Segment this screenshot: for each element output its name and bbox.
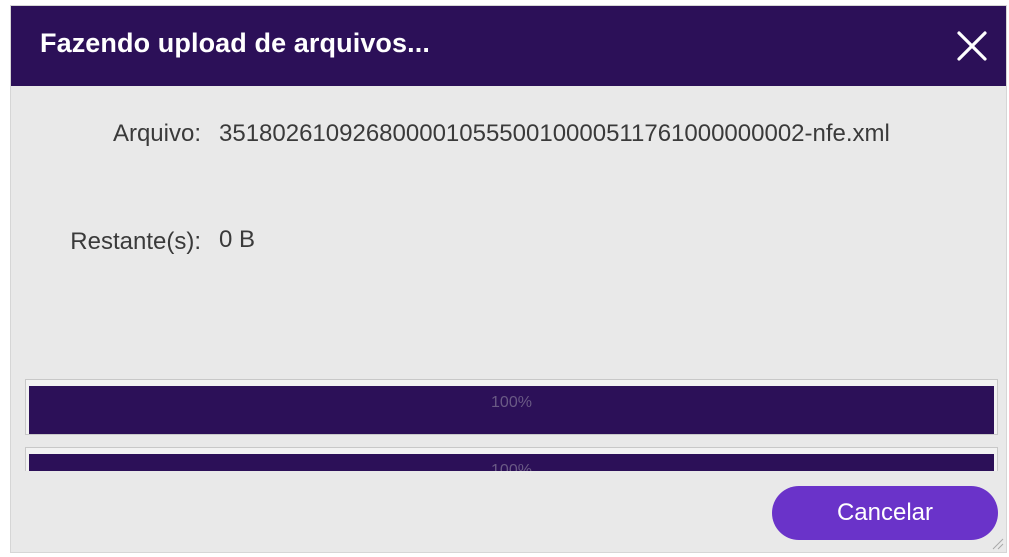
- file-info-row: Arquivo: 3518026109268000010555001000051…: [11, 108, 1006, 218]
- close-icon[interactable]: [954, 28, 990, 64]
- remaining-value: 0 B: [219, 226, 256, 253]
- progress-bar: 100%: [25, 379, 998, 435]
- dialog-title: Fazendo upload de arquivos...: [40, 28, 430, 58]
- upload-dialog: Fazendo upload de arquivos... Arquivo: 3…: [10, 5, 1007, 553]
- progress-list[interactable]: 100% 100%: [25, 379, 1000, 471]
- resize-grip-icon[interactable]: [990, 536, 1004, 550]
- file-name: 3518026109268000010555001000051176100000…: [219, 120, 890, 147]
- cancel-button[interactable]: Cancelar: [772, 486, 998, 540]
- progress-bar: 100%: [25, 447, 998, 471]
- remaining-label: Restante(s):: [70, 228, 201, 255]
- dialog-titlebar: Fazendo upload de arquivos...: [11, 6, 1006, 86]
- file-label: Arquivo:: [112, 120, 201, 147]
- progress-percent: 100%: [491, 394, 532, 411]
- remaining-info-row: Restante(s): 0 B: [11, 226, 1006, 268]
- progress-percent: 100%: [491, 462, 532, 471]
